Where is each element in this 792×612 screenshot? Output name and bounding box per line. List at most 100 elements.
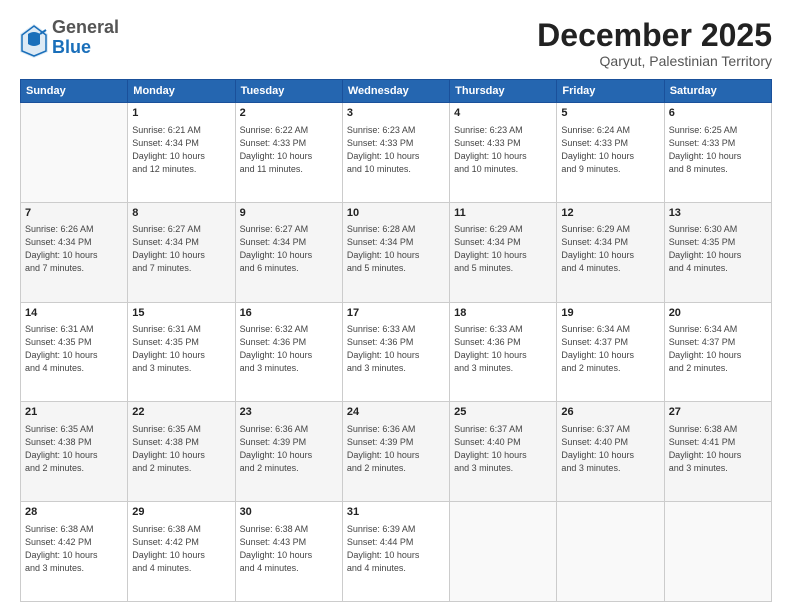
day-info: Sunrise: 6:33 AM Sunset: 4:36 PM Dayligh… xyxy=(347,323,445,375)
day-info: Sunrise: 6:27 AM Sunset: 4:34 PM Dayligh… xyxy=(240,223,338,275)
day-number: 25 xyxy=(454,405,552,420)
calendar-header: SundayMondayTuesdayWednesdayThursdayFrid… xyxy=(21,80,772,103)
day-number: 12 xyxy=(561,206,659,221)
weekday-header-wednesday: Wednesday xyxy=(342,80,449,103)
day-number: 7 xyxy=(25,206,123,221)
calendar-cell: 5 Sunrise: 6:24 AM Sunset: 4:33 PM Daylig… xyxy=(557,103,664,203)
day-info: Sunrise: 6:35 AM Sunset: 4:38 PM Dayligh… xyxy=(25,423,123,475)
day-info: Sunrise: 6:24 AM Sunset: 4:33 PM Dayligh… xyxy=(561,124,659,176)
calendar-cell: 7 Sunrise: 6:26 AM Sunset: 4:34 PM Daylig… xyxy=(21,202,128,302)
day-number: 26 xyxy=(561,405,659,420)
day-info: Sunrise: 6:27 AM Sunset: 4:34 PM Dayligh… xyxy=(132,223,230,275)
day-info: Sunrise: 6:38 AM Sunset: 4:41 PM Dayligh… xyxy=(669,423,767,475)
day-info: Sunrise: 6:37 AM Sunset: 4:40 PM Dayligh… xyxy=(454,423,552,475)
day-number: 4 xyxy=(454,106,552,121)
weekday-header-tuesday: Tuesday xyxy=(235,80,342,103)
logo-general-text: General xyxy=(52,18,119,38)
calendar-cell: 10 Sunrise: 6:28 AM Sunset: 4:34 PM Dayli… xyxy=(342,202,449,302)
day-info: Sunrise: 6:23 AM Sunset: 4:33 PM Dayligh… xyxy=(454,124,552,176)
day-info: Sunrise: 6:23 AM Sunset: 4:33 PM Dayligh… xyxy=(347,124,445,176)
calendar-week-5: 28Sunrise: 6:38 AM Sunset: 4:42 PM Dayli… xyxy=(21,502,772,602)
day-info: Sunrise: 6:38 AM Sunset: 4:43 PM Dayligh… xyxy=(240,523,338,575)
day-number: 5 xyxy=(561,106,659,121)
calendar-week-4: 21 Sunrise: 6:35 AM Sunset: 4:38 PM Dayli… xyxy=(21,402,772,502)
calendar-cell: 2 Sunrise: 6:22 AM Sunset: 4:33 PM Daylig… xyxy=(235,103,342,203)
calendar-cell: 28Sunrise: 6:38 AM Sunset: 4:42 PM Dayli… xyxy=(21,502,128,602)
calendar-cell: 31 Sunrise: 6:39 AM Sunset: 4:44 PM Dayli… xyxy=(342,502,449,602)
calendar-cell xyxy=(450,502,557,602)
day-number: 19 xyxy=(561,306,659,321)
day-number: 15 xyxy=(132,306,230,321)
calendar-cell: 27 Sunrise: 6:38 AM Sunset: 4:41 PM Dayli… xyxy=(664,402,771,502)
calendar-cell: 20 Sunrise: 6:34 AM Sunset: 4:37 PM Dayli… xyxy=(664,302,771,402)
day-info: Sunrise: 6:25 AM Sunset: 4:33 PM Dayligh… xyxy=(669,124,767,176)
day-info: Sunrise: 6:34 AM Sunset: 4:37 PM Dayligh… xyxy=(669,323,767,375)
calendar-cell: 22Sunrise: 6:35 AM Sunset: 4:38 PM Dayli… xyxy=(128,402,235,502)
day-info: Sunrise: 6:21 AM Sunset: 4:34 PM Dayligh… xyxy=(132,124,230,176)
day-number: 16 xyxy=(240,306,338,321)
calendar-cell xyxy=(664,502,771,602)
day-info: Sunrise: 6:26 AM Sunset: 4:34 PM Dayligh… xyxy=(25,223,123,275)
calendar-week-1: 1 Sunrise: 6:21 AM Sunset: 4:34 PM Daylig… xyxy=(21,103,772,203)
day-number: 8 xyxy=(132,206,230,221)
location-subtitle: Qaryut, Palestinian Territory xyxy=(537,53,772,69)
calendar-cell: 23Sunrise: 6:36 AM Sunset: 4:39 PM Dayli… xyxy=(235,402,342,502)
calendar-cell: 6 Sunrise: 6:25 AM Sunset: 4:33 PM Daylig… xyxy=(664,103,771,203)
day-number: 9 xyxy=(240,206,338,221)
calendar-cell: 11Sunrise: 6:29 AM Sunset: 4:34 PM Dayli… xyxy=(450,202,557,302)
logo-text: General Blue xyxy=(52,18,119,58)
calendar-cell: 24Sunrise: 6:36 AM Sunset: 4:39 PM Dayli… xyxy=(342,402,449,502)
calendar-cell: 3 Sunrise: 6:23 AM Sunset: 4:33 PM Daylig… xyxy=(342,103,449,203)
calendar-cell: 26 Sunrise: 6:37 AM Sunset: 4:40 PM Dayli… xyxy=(557,402,664,502)
day-number: 31 xyxy=(347,505,445,520)
day-info: Sunrise: 6:39 AM Sunset: 4:44 PM Dayligh… xyxy=(347,523,445,575)
logo-icon xyxy=(20,24,48,58)
weekday-header-thursday: Thursday xyxy=(450,80,557,103)
calendar-cell: 30 Sunrise: 6:38 AM Sunset: 4:43 PM Dayli… xyxy=(235,502,342,602)
calendar-cell: 8 Sunrise: 6:27 AM Sunset: 4:34 PM Daylig… xyxy=(128,202,235,302)
day-number: 17 xyxy=(347,306,445,321)
day-number: 6 xyxy=(669,106,767,121)
day-number: 27 xyxy=(669,405,767,420)
day-info: Sunrise: 6:22 AM Sunset: 4:33 PM Dayligh… xyxy=(240,124,338,176)
day-info: Sunrise: 6:30 AM Sunset: 4:35 PM Dayligh… xyxy=(669,223,767,275)
day-info: Sunrise: 6:32 AM Sunset: 4:36 PM Dayligh… xyxy=(240,323,338,375)
calendar-cell: 4 Sunrise: 6:23 AM Sunset: 4:33 PM Daylig… xyxy=(450,103,557,203)
calendar-cell: 25 Sunrise: 6:37 AM Sunset: 4:40 PM Dayli… xyxy=(450,402,557,502)
calendar-cell xyxy=(21,103,128,203)
weekday-header-sunday: Sunday xyxy=(21,80,128,103)
day-number: 3 xyxy=(347,106,445,121)
calendar-cell xyxy=(557,502,664,602)
month-title: December 2025 xyxy=(537,18,772,53)
calendar-cell: 19 Sunrise: 6:34 AM Sunset: 4:37 PM Dayli… xyxy=(557,302,664,402)
page: General Blue December 2025 Qaryut, Pales… xyxy=(0,0,792,612)
title-block: December 2025 Qaryut, Palestinian Territ… xyxy=(537,18,772,69)
calendar-cell: 16 Sunrise: 6:32 AM Sunset: 4:36 PM Dayli… xyxy=(235,302,342,402)
day-number: 28 xyxy=(25,505,123,520)
day-number: 23 xyxy=(240,405,338,420)
calendar-cell: 15Sunrise: 6:31 AM Sunset: 4:35 PM Dayli… xyxy=(128,302,235,402)
day-info: Sunrise: 6:34 AM Sunset: 4:37 PM Dayligh… xyxy=(561,323,659,375)
calendar-cell: 9 Sunrise: 6:27 AM Sunset: 4:34 PM Daylig… xyxy=(235,202,342,302)
day-number: 24 xyxy=(347,405,445,420)
day-number: 10 xyxy=(347,206,445,221)
day-number: 20 xyxy=(669,306,767,321)
calendar-cell: 21 Sunrise: 6:35 AM Sunset: 4:38 PM Dayli… xyxy=(21,402,128,502)
day-number: 30 xyxy=(240,505,338,520)
day-info: Sunrise: 6:29 AM Sunset: 4:34 PM Dayligh… xyxy=(454,223,552,275)
day-info: Sunrise: 6:28 AM Sunset: 4:34 PM Dayligh… xyxy=(347,223,445,275)
day-info: Sunrise: 6:29 AM Sunset: 4:34 PM Dayligh… xyxy=(561,223,659,275)
calendar-table: SundayMondayTuesdayWednesdayThursdayFrid… xyxy=(20,79,772,602)
calendar-cell: 17 Sunrise: 6:33 AM Sunset: 4:36 PM Dayli… xyxy=(342,302,449,402)
day-number: 2 xyxy=(240,106,338,121)
day-number: 21 xyxy=(25,405,123,420)
calendar-week-3: 14Sunrise: 6:31 AM Sunset: 4:35 PM Dayli… xyxy=(21,302,772,402)
weekday-header-monday: Monday xyxy=(128,80,235,103)
day-number: 14 xyxy=(25,306,123,321)
header: General Blue December 2025 Qaryut, Pales… xyxy=(20,18,772,69)
calendar-cell: 12 Sunrise: 6:29 AM Sunset: 4:34 PM Dayli… xyxy=(557,202,664,302)
day-number: 22 xyxy=(132,405,230,420)
weekday-header-saturday: Saturday xyxy=(664,80,771,103)
day-info: Sunrise: 6:37 AM Sunset: 4:40 PM Dayligh… xyxy=(561,423,659,475)
day-number: 1 xyxy=(132,106,230,121)
